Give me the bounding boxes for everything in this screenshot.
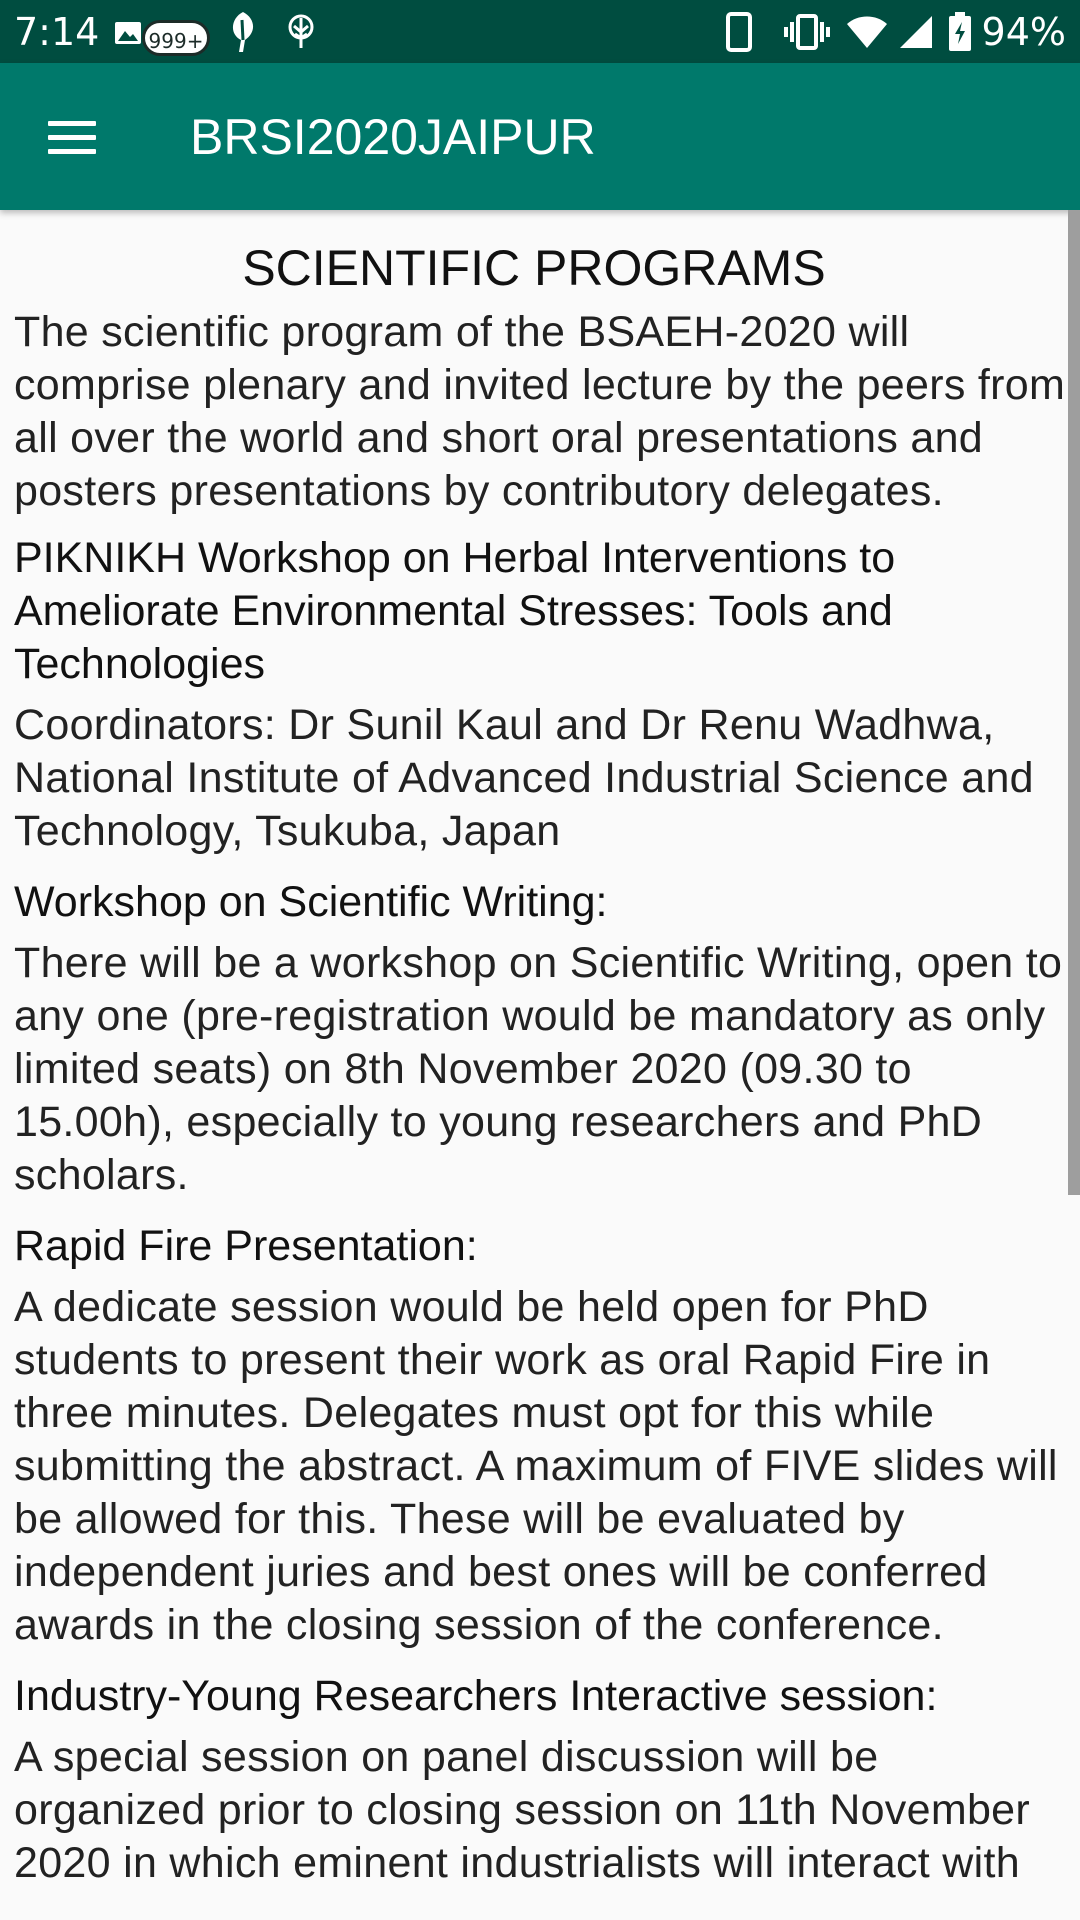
app-bar: BRSI2020JAIPUR xyxy=(0,63,1080,210)
section-title: Industry-Young Researchers Interactive s… xyxy=(14,1672,938,1720)
section-body: A dedicate session would be held open fo… xyxy=(14,1283,1058,1649)
page-title: SCIENTIFIC PROGRAMS xyxy=(242,240,826,296)
content-scroll-area[interactable]: SCIENTIFIC PROGRAMS The scientific progr… xyxy=(0,210,1068,1920)
section-body: A special session on panel discussion wi… xyxy=(14,1733,1030,1887)
signal-icon xyxy=(899,16,932,48)
intro-paragraph: The scientific program of the BSAEH-2020… xyxy=(14,308,1066,515)
app-title: BRSI2020JAIPUR xyxy=(190,109,596,165)
status-bar: 7:14 999+ 94% xyxy=(0,0,1080,63)
section-title: Rapid Fire Presentation: xyxy=(14,1222,478,1270)
section-body: Coordinators: Dr Sunil Kaul and Dr Renu … xyxy=(14,701,1034,855)
leaf-icon xyxy=(232,12,254,52)
wifi-icon xyxy=(846,16,887,48)
scrollbar[interactable] xyxy=(1068,210,1080,1195)
section-title: Workshop on Scientific Writing: xyxy=(14,878,608,926)
vibrate-icon xyxy=(783,14,830,50)
hamburger-menu-icon[interactable] xyxy=(36,107,108,167)
section-title: PIKNIKH Workshop on Herbal Interventions… xyxy=(14,534,896,688)
section-body: There will be a workshop on Scientific W… xyxy=(14,939,1063,1199)
notification-count-badge: 999+ xyxy=(142,20,210,56)
phone-icon xyxy=(725,12,752,52)
battery-icon xyxy=(948,12,971,51)
image-icon xyxy=(115,22,141,44)
battery-percentage: 94% xyxy=(981,10,1066,54)
tree-icon xyxy=(288,14,314,48)
status-right-icons: 94% xyxy=(724,10,1066,54)
status-time: 7:14 xyxy=(14,10,100,54)
